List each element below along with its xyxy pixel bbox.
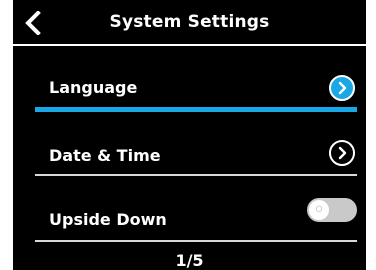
row-divider xyxy=(35,240,357,242)
setting-label-date-time: Date & Time xyxy=(49,146,161,165)
setting-row-date-time[interactable]: Date & Time xyxy=(35,131,357,176)
toggle-knob: O xyxy=(309,200,329,220)
setting-label-upside-down: Upside Down xyxy=(49,210,167,229)
language-chevron-button[interactable] xyxy=(329,75,355,101)
selected-row-underline xyxy=(35,107,357,112)
row-divider xyxy=(35,174,357,176)
setting-label-language: Language xyxy=(49,78,138,97)
setting-row-upside-down: Upside Down O xyxy=(35,194,357,242)
header-bar: System Settings xyxy=(13,0,366,46)
chevron-right-icon xyxy=(338,81,347,95)
page-indicator: 1/5 xyxy=(175,251,204,270)
upside-down-toggle[interactable]: O xyxy=(307,198,357,222)
screen: System Settings Language Date & Time Ups… xyxy=(0,0,376,270)
chevron-right-icon xyxy=(338,146,347,160)
settings-panel: System Settings Language Date & Time Ups… xyxy=(13,0,366,270)
setting-row-language[interactable]: Language xyxy=(35,66,357,112)
date-time-chevron-button[interactable] xyxy=(329,140,355,166)
page-title: System Settings xyxy=(109,12,270,32)
